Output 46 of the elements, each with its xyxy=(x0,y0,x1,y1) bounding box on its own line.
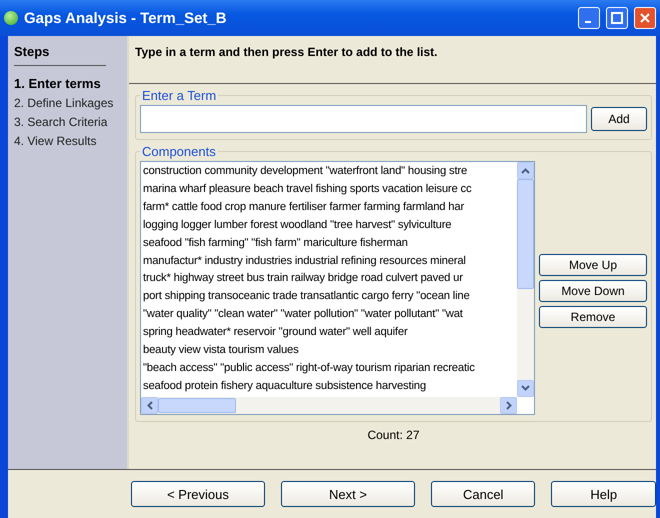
components-list[interactable] xyxy=(140,161,535,415)
list-item[interactable]: marina wharf pleasure beach travel fishing sports vacation leisure cc xyxy=(143,180,515,199)
maximize-button[interactable] xyxy=(606,7,628,29)
list-item[interactable]: farm* cattle food crop manure fertiliser farmer farming farmland har xyxy=(143,198,515,217)
scroll-right-icon[interactable] xyxy=(500,396,517,414)
list-item[interactable]: construction community development "waterfront land" housing stre xyxy=(143,163,515,181)
list-item[interactable]: "beach access" "public access" right-of-way tourism riparian recreatic xyxy=(143,360,515,378)
scroll-up-icon[interactable] xyxy=(517,162,534,179)
scroll-left-icon[interactable] xyxy=(141,396,158,414)
count-label: Count: 27 xyxy=(366,426,421,444)
list-item[interactable]: seafood protein fishery aquaculture subsistence harvesting xyxy=(143,378,515,396)
app-icon xyxy=(4,11,18,25)
group-legend: Enter a Term xyxy=(140,88,218,103)
sidebar-title: Steps xyxy=(14,44,106,66)
list-item[interactable]: logging logger lumber forest woodland "tree harvest" sylviculture xyxy=(143,216,515,235)
minimize-button[interactable] xyxy=(578,7,600,29)
term-input-field[interactable] xyxy=(140,105,587,133)
list-item[interactable]: seafood "fish farming" "fish farm" mariculture fisherman xyxy=(143,234,515,253)
list-item[interactable]: spring headwater* reservoir "ground water" well aquifer xyxy=(143,324,515,342)
list-item[interactable]: truck* highway street bus train railway bridge road culvert paved ur xyxy=(143,270,515,288)
list-action-button[interactable]: Move Up xyxy=(539,254,647,276)
list-action-button[interactable]: Remove xyxy=(539,306,647,328)
step-item[interactable]: 1. Enter terms xyxy=(14,74,121,94)
vertical-scrollbar[interactable] xyxy=(517,162,534,397)
list-item[interactable]: beauty view vista tourism values xyxy=(143,342,515,360)
wizard-button[interactable]: Help xyxy=(551,481,656,507)
wizard-button[interactable]: Cancel xyxy=(430,481,536,507)
instruction-text: Type in a term and then press Enter to add to the list. xyxy=(129,36,656,84)
group-legend: Components xyxy=(140,144,218,159)
wizard-button[interactable]: < Previous xyxy=(131,481,265,507)
step-item[interactable]: 4. View Results xyxy=(14,132,121,151)
list-item[interactable]: port shipping transoceanic trade transatlantic cargo ferry "ocean line xyxy=(143,288,515,306)
maximize-icon xyxy=(611,12,623,24)
wizard-button[interactable]: Next > xyxy=(280,481,415,507)
minimize-icon xyxy=(584,21,590,23)
window-title: Gaps Analysis - Term_Set_B xyxy=(24,10,228,26)
step-item[interactable]: 3. Search Criteria xyxy=(14,113,121,132)
close-icon xyxy=(639,12,651,24)
add-button[interactable]: Add xyxy=(591,107,647,131)
list-item[interactable]: "water quality" "clean water" "water pollution" "water pollutant" "wat xyxy=(143,306,515,324)
list-action-button[interactable]: Move Down xyxy=(539,280,647,302)
list-item[interactable]: manufactur* industry industries industrial refining resources mineral xyxy=(143,252,515,270)
scroll-down-icon[interactable] xyxy=(517,380,534,397)
horizontal-scrollbar[interactable] xyxy=(141,396,517,414)
close-button[interactable] xyxy=(634,7,656,29)
step-item[interactable]: 2. Define Linkages xyxy=(14,94,121,113)
